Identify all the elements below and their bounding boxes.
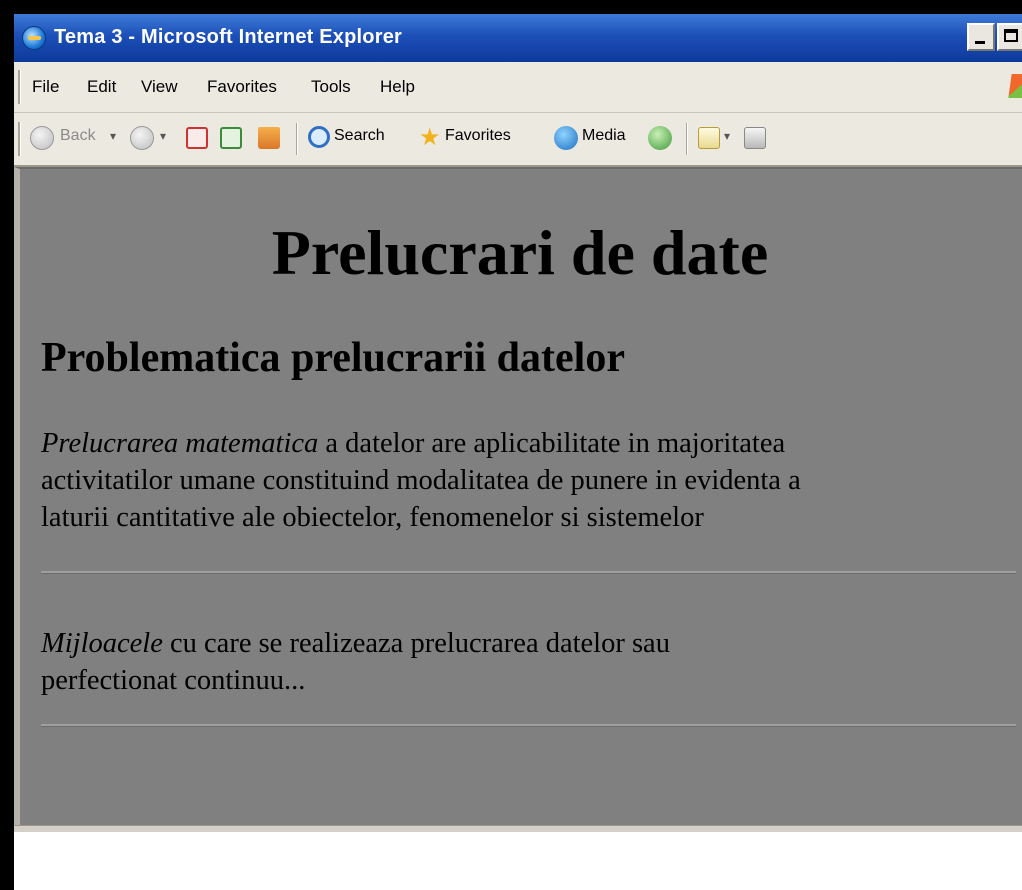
paragraph-text: cu care se realizeaza prelucrarea datelo… [162, 628, 670, 659]
refresh-icon[interactable] [220, 127, 242, 149]
menu-favorites[interactable]: Favorites [207, 77, 277, 97]
browser-window: Tema 3 - Microsoft Internet Explorer Fil… [14, 14, 1022, 832]
favorites-button-label[interactable]: Favorites [445, 127, 511, 145]
media-button-label[interactable]: Media [582, 127, 626, 145]
paragraph-means: Mijloacele cu care se realizeaza prelucr… [41, 625, 1022, 699]
menu-edit[interactable]: Edit [87, 77, 116, 97]
menu-view[interactable]: View [141, 77, 178, 97]
paragraph-data-processing: Prelucrarea matematica a datelor are apl… [41, 425, 1022, 536]
horizontal-rule [41, 571, 1016, 574]
search-button-label[interactable]: Search [334, 127, 385, 145]
menu-tools[interactable]: Tools [311, 77, 351, 97]
search-icon[interactable] [308, 126, 330, 148]
forward-arrow-icon[interactable] [130, 126, 154, 150]
emphasis-text: Mijloacele [41, 628, 163, 659]
back-arrow-icon[interactable] [30, 126, 54, 150]
tool-bar: Back ▾ ▾ Search ★ Favorites Media ▾ [14, 113, 1022, 167]
toolbar-separator [686, 123, 688, 155]
window-bottom-border [14, 825, 1022, 832]
home-icon[interactable] [258, 127, 280, 149]
menu-file[interactable]: File [32, 77, 59, 97]
windows-logo-icon [1008, 74, 1022, 98]
emphasis-text: Prelucrarea matematica [41, 428, 319, 459]
maximize-button[interactable] [997, 23, 1022, 51]
toolbar-separator [296, 123, 298, 155]
horizontal-rule [41, 724, 1016, 727]
window-title: Tema 3 - Microsoft Internet Explorer [54, 26, 403, 48]
menu-bar-grip[interactable] [18, 70, 21, 104]
media-icon[interactable] [554, 126, 578, 150]
stop-icon[interactable] [186, 127, 208, 149]
favorites-star-icon[interactable]: ★ [419, 123, 441, 152]
section-heading: Problematica prelucrarii datelor [41, 335, 625, 381]
paragraph-text: perfectionat continuu... [41, 665, 306, 696]
page-title: Prelucrari de date [271, 217, 769, 288]
mail-icon[interactable] [698, 127, 720, 149]
back-button-label[interactable]: Back [60, 127, 96, 145]
print-icon[interactable] [744, 127, 766, 149]
minimize-button[interactable] [967, 23, 995, 51]
toolbar-grip[interactable] [18, 122, 21, 156]
menu-bar: File Edit View Favorites Tools Help [14, 62, 1022, 113]
paragraph-text: activitatilor umane constituind modalita… [41, 465, 801, 496]
ie-icon [22, 26, 46, 50]
back-dropdown-icon[interactable]: ▾ [110, 129, 116, 143]
history-icon[interactable] [648, 126, 672, 150]
paragraph-text: a datelor are aplicabilitate in majorita… [318, 428, 786, 459]
forward-dropdown-icon[interactable]: ▾ [160, 129, 166, 143]
page-content: Prelucrari de date Problematica prelucra… [14, 167, 1022, 825]
mail-dropdown-icon[interactable]: ▾ [724, 129, 730, 143]
menu-help[interactable]: Help [380, 77, 415, 97]
paragraph-text: laturii cantitative ale obiectelor, feno… [41, 502, 704, 533]
title-bar[interactable]: Tema 3 - Microsoft Internet Explorer [14, 14, 1022, 62]
